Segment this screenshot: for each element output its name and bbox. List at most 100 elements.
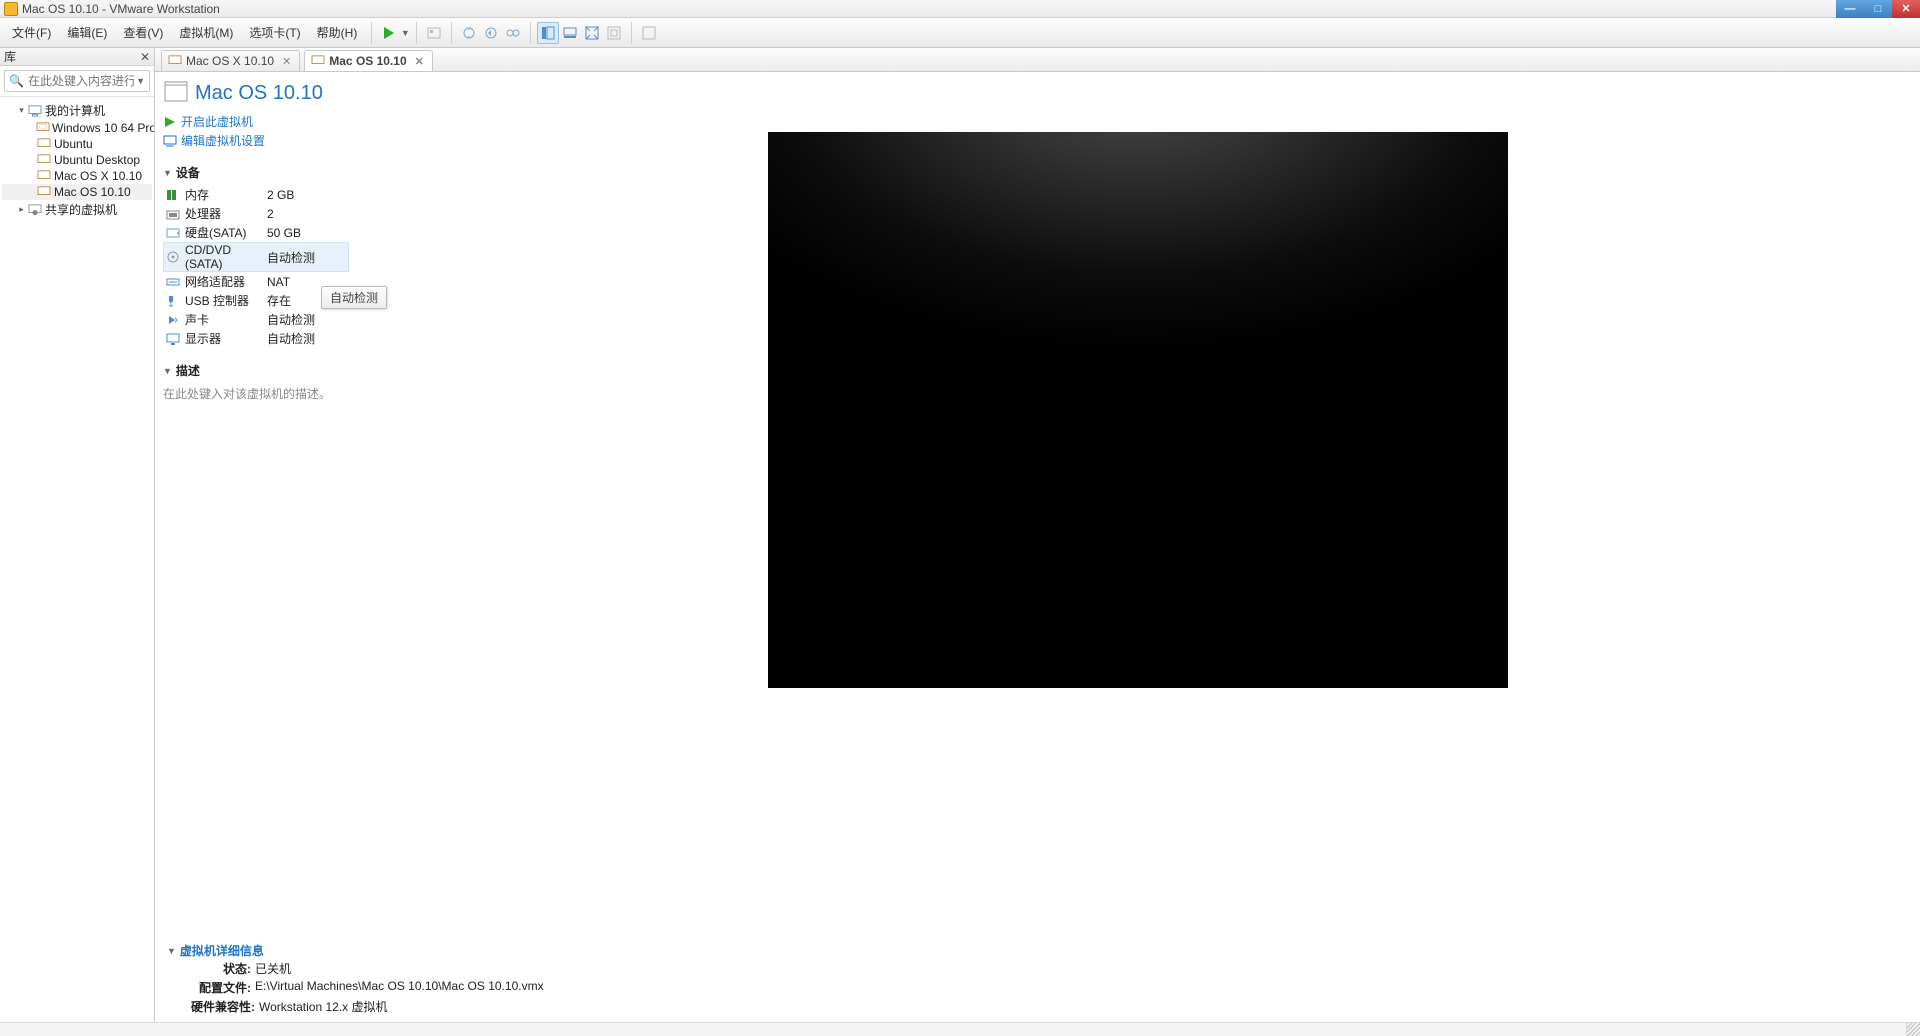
window-maximize-button[interactable]: □ xyxy=(1864,0,1892,18)
detail-value: Workstation 12.x 虚拟机 xyxy=(259,998,388,1015)
device-icon xyxy=(165,226,181,240)
menu-edit[interactable]: 编辑(E) xyxy=(59,21,115,44)
vm-tab[interactable]: Mac OS 10.10 ✕ xyxy=(304,50,433,71)
device-icon xyxy=(165,250,181,264)
toolbar-separator xyxy=(416,22,417,44)
tree-label: 我的计算机 xyxy=(45,102,105,119)
tab-label: Mac OS X 10.10 xyxy=(186,54,274,68)
search-icon: 🔍 xyxy=(9,74,24,88)
disclosure-icon[interactable]: ▾ xyxy=(16,105,27,116)
description-section-header[interactable]: ▼ 描述 xyxy=(163,362,349,379)
disclosure-icon[interactable]: ▸ xyxy=(16,204,27,215)
shared-icon xyxy=(27,203,43,217)
thumbnail-view-button[interactable] xyxy=(559,22,581,44)
fullscreen-button[interactable] xyxy=(581,22,603,44)
window-close-button[interactable]: ✕ xyxy=(1892,0,1920,18)
device-name: 显示器 xyxy=(185,330,263,347)
detail-row-compat: 硬件兼容性:Workstation 12.x 虚拟机 xyxy=(167,997,1914,1016)
window-title: Mac OS 10.10 - VMware Workstation xyxy=(22,2,220,16)
play-icon xyxy=(163,116,177,128)
section-title: 描述 xyxy=(176,362,200,379)
menu-vm[interactable]: 虚拟机(M) xyxy=(171,21,241,44)
detail-key: 状态: xyxy=(191,960,251,977)
device-value: 50 GB xyxy=(267,226,301,240)
vm-large-icon xyxy=(163,80,189,106)
edit-settings-link[interactable]: 编辑虚拟机设置 xyxy=(163,131,349,150)
vm-display[interactable] xyxy=(768,132,1508,688)
vm-icon xyxy=(36,121,50,135)
device-row[interactable]: 内存 2 GB xyxy=(163,185,349,204)
toolbar-separator xyxy=(631,22,632,44)
tab-label: Mac OS 10.10 xyxy=(329,54,406,68)
tree-shared-vms[interactable]: ▸ 共享的虚拟机 xyxy=(2,200,152,219)
snapshot-revert-button[interactable] xyxy=(480,22,502,44)
close-icon[interactable]: ✕ xyxy=(415,55,424,68)
show-library-button[interactable] xyxy=(537,22,559,44)
close-icon[interactable]: ✕ xyxy=(140,50,150,64)
device-icon xyxy=(165,207,181,221)
chevron-down-icon[interactable]: ▼ xyxy=(136,76,145,86)
snapshot-take-button[interactable] xyxy=(458,22,480,44)
unity-button[interactable] xyxy=(603,22,625,44)
menu-file[interactable]: 文件(F) xyxy=(4,21,59,44)
vm-details: ▼虚拟机详细信息 状态:已关机 配置文件:E:\Virtual Machines… xyxy=(155,936,1920,1022)
vm-tab[interactable]: Mac OS X 10.10 ✕ xyxy=(161,50,300,71)
console-view-button[interactable] xyxy=(638,22,660,44)
chevron-down-icon: ▼ xyxy=(163,366,172,376)
detail-value: 已关机 xyxy=(255,960,291,977)
tree-vm-item[interactable]: Ubuntu xyxy=(2,136,152,152)
detail-row-state: 状态:已关机 xyxy=(167,959,1914,978)
device-row[interactable]: 硬盘(SATA) 50 GB xyxy=(163,223,349,242)
tree-my-computer[interactable]: ▾ 我的计算机 xyxy=(2,101,152,120)
details-section-header[interactable]: ▼虚拟机详细信息 xyxy=(167,942,1914,959)
snapshot-manager-button[interactable] xyxy=(502,22,524,44)
statusbar xyxy=(0,1022,1920,1036)
close-icon[interactable]: ✕ xyxy=(282,55,291,68)
toolbar-separator xyxy=(371,22,372,44)
device-row[interactable]: 声卡自动检测 xyxy=(163,310,349,329)
library-panel: 库 ✕ 🔍 ▼ ▾ 我的计算机 Windows 10 64 Pro Ubuntu… xyxy=(0,48,155,1022)
vm-icon xyxy=(36,169,52,183)
menu-help[interactable]: 帮助(H) xyxy=(309,21,366,44)
tabstrip: Mac OS X 10.10 ✕ Mac OS 10.10 ✕ xyxy=(155,48,1920,72)
description-placeholder[interactable]: 在此处键入对该虚拟机的描述。 xyxy=(163,383,349,404)
tree-label: Ubuntu Desktop xyxy=(54,153,140,167)
device-row[interactable]: 显示器自动检测 xyxy=(163,329,349,348)
search-input[interactable] xyxy=(28,74,134,88)
library-search: 🔍 ▼ xyxy=(0,66,154,97)
vm-summary-left: Mac OS 10.10 开启此虚拟机 编辑虚拟机设置 ▼设备 内存2 GB处理… xyxy=(155,72,355,936)
window-minimize-button[interactable]: — xyxy=(1836,0,1864,18)
tree-label: 共享的虚拟机 xyxy=(45,201,117,218)
device-value: 存在 xyxy=(267,292,291,309)
device-icon xyxy=(165,332,181,346)
power-on-link[interactable]: 开启此虚拟机 xyxy=(163,112,349,131)
toolbar-separator xyxy=(530,22,531,44)
toolbar-separator xyxy=(451,22,452,44)
device-row[interactable]: CD/DVD (SATA)自动检测 xyxy=(163,242,349,272)
menu-view[interactable]: 查看(V) xyxy=(115,21,171,44)
section-title: 设备 xyxy=(176,164,200,181)
send-ctrl-alt-del-button[interactable] xyxy=(423,22,445,44)
chevron-down-icon[interactable]: ▼ xyxy=(400,28,410,38)
tree-vm-item[interactable]: Windows 10 64 Pro xyxy=(2,120,152,136)
tree-vm-item[interactable]: Ubuntu Desktop xyxy=(2,152,152,168)
device-name: 硬盘(SATA) xyxy=(185,224,263,241)
content-area: Mac OS X 10.10 ✕ Mac OS 10.10 ✕ Mac OS 1… xyxy=(155,48,1920,1022)
section-title: 虚拟机详细信息 xyxy=(180,942,264,959)
tree-vm-item[interactable]: Mac OS 10.10 xyxy=(2,184,152,200)
library-header: 库 ✕ xyxy=(0,48,154,66)
settings-icon xyxy=(163,135,177,147)
device-name: 内存 xyxy=(185,186,263,203)
tree-vm-item[interactable]: Mac OS X 10.10 xyxy=(2,168,152,184)
window-titlebar: Mac OS 10.10 - VMware Workstation — □ ✕ xyxy=(0,0,1920,18)
menu-tabs[interactable]: 选项卡(T) xyxy=(241,21,308,44)
device-icon xyxy=(165,188,181,202)
resize-handle[interactable] xyxy=(1906,1023,1920,1036)
device-row[interactable]: 处理器2 xyxy=(163,204,349,223)
vm-preview-area xyxy=(355,72,1920,936)
devices-section-header[interactable]: ▼设备 xyxy=(163,164,349,181)
power-on-split-button[interactable]: ▼ xyxy=(378,22,410,44)
vm-title-row: Mac OS 10.10 xyxy=(163,80,349,106)
device-value: 2 GB xyxy=(267,188,294,202)
library-tree: ▾ 我的计算机 Windows 10 64 Pro Ubuntu Ubuntu … xyxy=(0,97,154,1022)
